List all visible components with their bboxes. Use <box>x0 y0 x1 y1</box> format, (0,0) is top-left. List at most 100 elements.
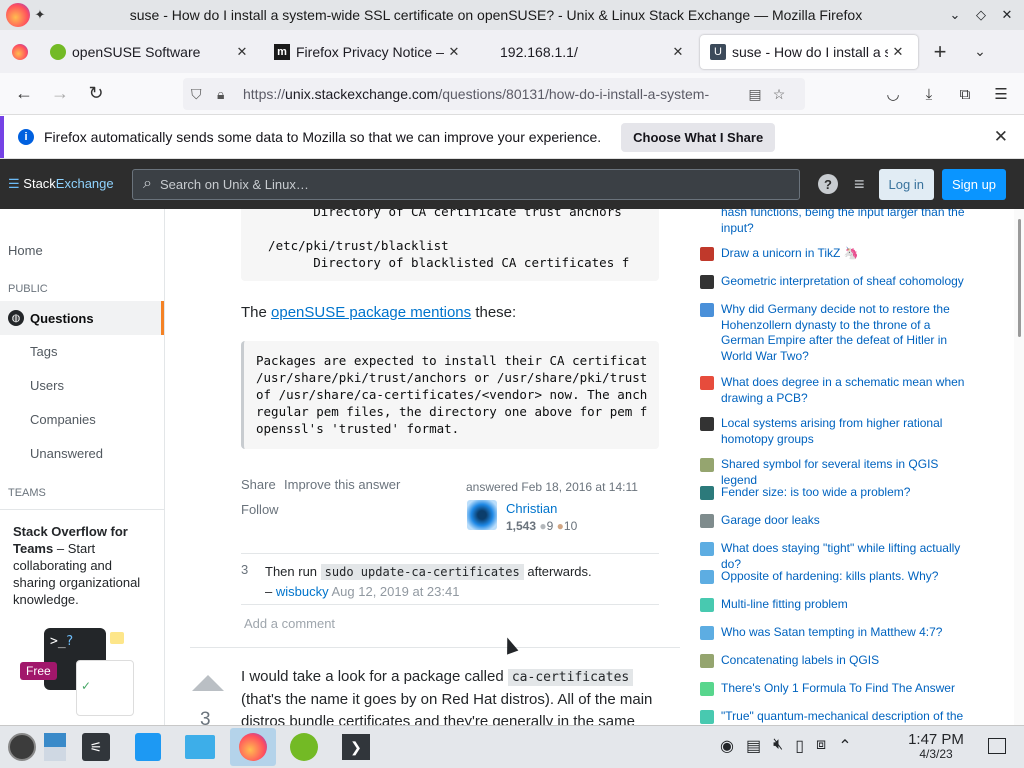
system-settings-icon[interactable]: ⚟ <box>78 730 114 764</box>
tab-router[interactable]: 192.168.1.1/ ✕ <box>476 35 698 69</box>
new-tab-icon[interactable]: + <box>920 39 960 65</box>
user-name-link[interactable]: Christian <box>506 501 557 516</box>
hot-question-link[interactable]: Shared symbol for several items in QGIS … <box>721 457 970 488</box>
tab-close-icon[interactable]: ✕ <box>888 44 908 60</box>
nav-tags[interactable]: Tags <box>30 344 57 359</box>
nav-companies[interactable]: Companies <box>30 412 96 427</box>
firefox-task-icon[interactable] <box>230 728 276 766</box>
pin-icon[interactable]: ✦ <box>30 7 50 23</box>
eye-icon[interactable]: ◉ <box>720 736 734 756</box>
user-avatar[interactable] <box>467 500 497 530</box>
reload-icon[interactable]: ↻ <box>78 78 114 110</box>
forward-icon[interactable]: → <box>42 78 78 110</box>
tracking-protection-icon[interactable]: ⛉ <box>191 86 211 103</box>
improve-answer-link[interactable]: Improve this answer <box>284 477 400 492</box>
file-manager-icon[interactable] <box>182 730 218 764</box>
hot-question-item[interactable]: Shared symbol for several items in QGIS … <box>700 457 970 488</box>
hot-question-item[interactable]: Local systems arising from higher ration… <box>700 416 970 447</box>
nav-users[interactable]: Users <box>30 378 64 393</box>
downloads-icon[interactable]: ⤓ <box>911 78 947 110</box>
clipboard-icon[interactable]: ▤ <box>746 736 761 756</box>
hot-question-item[interactable]: Geometric interpretation of sheaf cohomo… <box>700 274 970 290</box>
desktop-pager-icon[interactable] <box>40 730 70 764</box>
show-desktop-icon[interactable] <box>988 738 1006 754</box>
tray-expand-icon[interactable]: ⌃ <box>838 736 851 756</box>
hot-question-link[interactable]: What does degree in a schematic mean whe… <box>721 375 970 406</box>
url-text[interactable]: https://unix.stackexchange.com/questions… <box>243 86 743 102</box>
volume-muted-icon[interactable]: 🔇︎ <box>773 736 783 756</box>
hot-question-item[interactable]: There's Only 1 Formula To Find The Answe… <box>700 681 970 697</box>
site-switcher-icon[interactable]: ≡ <box>854 174 865 195</box>
back-icon[interactable]: ← <box>6 78 42 110</box>
hot-question-item[interactable]: Draw a unicorn in TikZ 🦄 <box>700 246 970 262</box>
hot-question-item[interactable]: Garage door leaks <box>700 513 970 529</box>
hot-question-item[interactable]: Who was Satan tempting in Matthew 4:7? <box>700 625 970 641</box>
hot-question-link[interactable]: hash functions, being the input larger t… <box>721 209 970 236</box>
lock-icon[interactable]: 🔒︎ <box>217 86 239 103</box>
add-comment-link[interactable]: Add a comment <box>244 616 335 631</box>
comment-author-link[interactable]: wisbucky <box>276 584 329 599</box>
hot-question-link[interactable]: Fender size: is too wide a problem? <box>721 485 910 501</box>
hot-question-link[interactable]: Why did Germany decide not to restore th… <box>721 302 970 364</box>
close-window-icon[interactable]: ✕ <box>994 7 1020 23</box>
hot-question-link[interactable]: There's Only 1 Formula To Find The Answe… <box>721 681 955 697</box>
url-bar[interactable]: ⛉ 🔒︎ https://unix.stackexchange.com/ques… <box>183 78 805 110</box>
hot-question-link[interactable]: "True" quantum-mechanical description of… <box>721 709 963 725</box>
tab-unix-se[interactable]: U suse - How do I install a sy ✕ <box>700 34 918 69</box>
hot-question-item[interactable]: Concatenating labels in QGIS <box>700 653 970 669</box>
nav-home[interactable]: Home <box>8 243 43 258</box>
firefox-view-button[interactable] <box>0 43 40 60</box>
hot-question-item[interactable]: What does degree in a schematic mean whe… <box>700 375 970 406</box>
hot-question-link[interactable]: What does staying "tight" while lifting … <box>721 541 970 572</box>
yast-icon[interactable] <box>286 730 322 764</box>
hot-question-item[interactable]: Opposite of hardening: kills plants. Why… <box>700 569 970 585</box>
tab-close-icon[interactable]: ✕ <box>444 44 464 60</box>
scrollbar-thumb[interactable] <box>1018 219 1021 337</box>
signup-button[interactable]: Sign up <box>941 168 1007 200</box>
choose-what-i-share-button[interactable]: Choose What I Share <box>621 122 776 152</box>
extensions-icon[interactable]: ⧉ <box>947 78 983 110</box>
hot-question-link[interactable]: Concatenating labels in QGIS <box>721 653 879 669</box>
hot-question-item[interactable]: "True" quantum-mechanical description of… <box>700 709 970 725</box>
login-button[interactable]: Log in <box>878 168 934 200</box>
hot-question-link[interactable]: Draw a unicorn in TikZ 🦄 <box>721 246 859 262</box>
page-scrollbar[interactable] <box>1014 209 1024 725</box>
hot-question-link[interactable]: Garage door leaks <box>721 513 820 529</box>
share-link[interactable]: Share <box>241 477 276 492</box>
hot-question-link[interactable]: Geometric interpretation of sheaf cohomo… <box>721 274 964 290</box>
pocket-icon[interactable]: ◡ <box>875 78 911 110</box>
stackexchange-logo[interactable]: ☰ StackExchange <box>8 176 130 192</box>
hot-question-link[interactable]: Multi-line fitting problem <box>721 597 848 613</box>
tab-firefox-privacy[interactable]: m Firefox Privacy Notice — M ✕ <box>264 35 474 69</box>
close-notification-icon[interactable]: ✕ <box>994 127 1008 147</box>
menu-icon[interactable]: ☰ <box>983 78 1019 110</box>
hot-question-item[interactable]: hash functions, being the input larger t… <box>700 209 970 236</box>
upvote-icon[interactable] <box>192 675 224 691</box>
tab-opensuse-software[interactable]: openSUSE Software ✕ <box>40 35 262 69</box>
software-store-icon[interactable] <box>130 730 166 764</box>
reader-view-icon[interactable]: ▤ <box>743 86 767 103</box>
tab-close-icon[interactable]: ✕ <box>668 44 688 60</box>
terminal-icon[interactable]: ❯ <box>338 730 374 764</box>
opensuse-package-link[interactable]: openSUSE package mentions <box>271 304 471 321</box>
site-search-input[interactable]: ⌕ Search on Unix & Linux… <box>132 168 800 200</box>
nav-questions[interactable]: ◍ Questions <box>0 301 164 335</box>
follow-link[interactable]: Follow <box>241 502 279 517</box>
bookmark-star-icon[interactable]: ☆ <box>767 86 791 103</box>
battery-icon[interactable]: ▯ <box>795 736 804 756</box>
hot-question-link[interactable]: Who was Satan tempting in Matthew 4:7? <box>721 625 942 641</box>
hot-question-item[interactable]: Fender size: is too wide a problem? <box>700 485 970 501</box>
clock[interactable]: 1:47 PM 4/3/23 <box>896 732 976 762</box>
hot-question-item[interactable]: Multi-line fitting problem <box>700 597 970 613</box>
hot-question-link[interactable]: Opposite of hardening: kills plants. Why… <box>721 569 938 585</box>
hot-question-item[interactable]: Why did Germany decide not to restore th… <box>700 302 970 364</box>
app-launcher-icon[interactable] <box>4 730 40 764</box>
nav-unanswered[interactable]: Unanswered <box>30 446 103 461</box>
tab-close-icon[interactable]: ✕ <box>232 44 252 60</box>
network-icon[interactable]: ⧈ <box>816 736 826 756</box>
list-all-tabs-icon[interactable]: ⌄ <box>960 43 1000 60</box>
hot-question-item[interactable]: What does staying "tight" while lifting … <box>700 541 970 572</box>
hot-question-link[interactable]: Local systems arising from higher ration… <box>721 416 970 447</box>
maximize-icon[interactable]: ◇ <box>968 7 994 23</box>
minimize-icon[interactable]: ⌄ <box>942 7 968 23</box>
